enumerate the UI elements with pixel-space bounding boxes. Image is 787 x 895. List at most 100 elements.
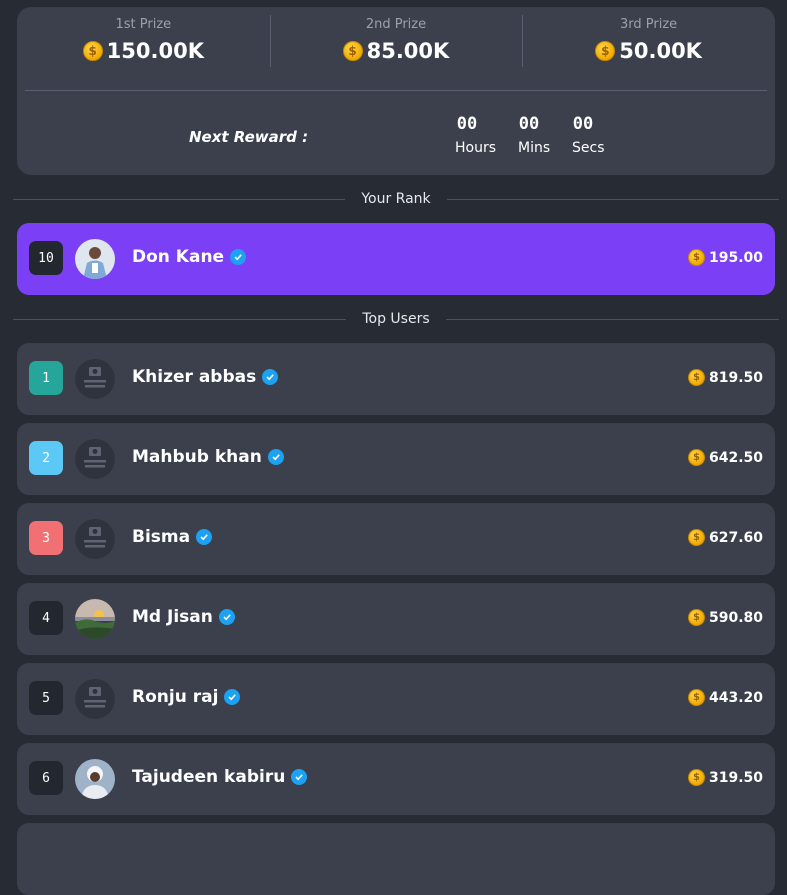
divider-line	[445, 318, 779, 320]
divider-line	[13, 318, 347, 320]
verified-badge-icon	[267, 449, 284, 465]
timer-mins-value: 00	[518, 114, 540, 134]
top-users-title: Top Users	[362, 311, 430, 327]
rank-badge: 1	[29, 361, 63, 395]
user-score: $ 627.60	[687, 529, 763, 546]
timer-hours-unit: Hours	[455, 138, 501, 156]
timer-hours-value: 00	[456, 114, 478, 134]
timer-mins: 00	[517, 114, 541, 134]
user-score: $ 590.80	[687, 609, 763, 626]
prize-amount: $ 50.00K	[522, 39, 775, 63]
leaderboard-row[interactable]	[17, 823, 775, 895]
user-name-text: Md Jisan	[132, 607, 213, 627]
user-name-text: Khizer abbas	[132, 367, 257, 387]
prize-first: 1st Prize $ 150.00K	[17, 7, 270, 91]
user-name-text: Tajudeen kabiru	[132, 767, 286, 787]
coin-icon: $	[595, 41, 616, 61]
prize-third: 3rd Prize $ 50.00K	[522, 7, 775, 91]
verified-badge-icon	[196, 529, 213, 545]
prize-label: 2nd Prize	[365, 17, 427, 32]
divider-line	[13, 198, 346, 200]
timer-secs: 00	[571, 114, 595, 134]
prize-summary-card: 1st Prize $ 150.00K 2nd Prize $ 85.00K 3…	[17, 7, 775, 175]
verified-badge-icon	[218, 609, 235, 625]
no-image-placeholder-icon	[75, 359, 115, 399]
no-image-placeholder-icon	[75, 519, 115, 559]
leaderboard-row[interactable]: 1 Khizer abbas $ 819.50	[17, 343, 775, 415]
coin-icon: $	[687, 529, 705, 546]
timer-secs-unit: Secs	[572, 138, 612, 156]
user-name: Md Jisan	[132, 607, 235, 627]
coin-icon: $	[687, 769, 705, 786]
no-image-placeholder-icon	[75, 679, 115, 719]
coin-icon: $	[687, 369, 705, 386]
divider-line	[446, 198, 780, 200]
avatar	[75, 239, 115, 279]
leaderboard-row[interactable]: 2 Mahbub khan $ 642.50	[17, 423, 775, 495]
prize-amount-value: 50.00K	[619, 39, 702, 63]
rank-badge: 10	[29, 241, 63, 275]
your-rank-heading: Your Rank	[13, 189, 780, 209]
user-name-text: Don Kane	[132, 247, 225, 267]
coin-icon: $	[687, 689, 705, 706]
user-score-value: 627.60	[708, 529, 763, 546]
coin-icon: $	[687, 609, 705, 626]
timer-secs-label: Secs	[572, 140, 605, 156]
avatar	[75, 759, 115, 799]
prize-amount: $ 150.00K	[17, 39, 270, 63]
prize-amount-value: 150.00K	[106, 39, 204, 63]
user-score: $ 443.20	[687, 689, 763, 706]
verified-badge-icon	[262, 369, 279, 385]
verified-badge-icon	[224, 689, 241, 705]
leaderboard-row[interactable]: 5 Ronju raj $ 443.20	[17, 663, 775, 735]
user-score: $ 319.50	[687, 769, 763, 786]
your-rank-title: Your Rank	[361, 191, 431, 207]
prize-second: 2nd Prize $ 85.00K	[269, 7, 523, 91]
coin-icon: $	[82, 41, 103, 61]
prize-label: 1st Prize	[115, 17, 172, 32]
top-users-heading: Top Users	[13, 309, 779, 329]
user-name: Ronju raj	[132, 687, 241, 707]
avatar	[75, 599, 115, 639]
timer-hours: 00	[455, 114, 479, 134]
next-reward-label: Next Reward :	[189, 128, 309, 146]
coin-icon: $	[342, 41, 363, 61]
rank-badge: 6	[29, 761, 63, 795]
timer-mins-label: Mins	[518, 140, 551, 156]
coin-icon: $	[687, 249, 705, 266]
user-name-text: Mahbub khan	[132, 447, 262, 467]
user-score-value: 590.80	[708, 609, 763, 626]
prize-amount: $ 85.00K	[270, 39, 523, 63]
leaderboard-row[interactable]: 3 Bisma $ 627.60	[17, 503, 775, 575]
verified-badge-icon	[291, 769, 308, 785]
user-name-text: Ronju raj	[132, 687, 219, 707]
coin-icon: $	[687, 449, 705, 466]
user-score: $ 195.00	[687, 249, 763, 266]
timer-mins-unit: Mins	[518, 138, 558, 156]
verified-badge-icon	[230, 249, 247, 265]
user-name: Mahbub khan	[132, 447, 284, 467]
no-image-placeholder-icon	[75, 439, 115, 479]
user-score-value: 642.50	[708, 449, 763, 466]
user-name: Bisma	[132, 527, 213, 547]
leaderboard-row[interactable]: 6 Tajudeen kabiru $ 319.50	[17, 743, 775, 815]
rank-badge: 2	[29, 441, 63, 475]
rank-badge: 5	[29, 681, 63, 715]
user-name-text: Bisma	[132, 527, 191, 547]
prize-amount-value: 85.00K	[366, 39, 450, 63]
user-score-value: 319.50	[708, 769, 763, 786]
your-rank-row[interactable]: 10 Don Kane $ 195.00	[17, 223, 775, 295]
rank-badge: 3	[29, 521, 63, 555]
leaderboard-row[interactable]: 4 Md Jisan $ 590.80	[17, 583, 775, 655]
user-score-value: 819.50	[708, 369, 763, 386]
rank-badge: 4	[29, 601, 63, 635]
prize-label: 3rd Prize	[620, 17, 678, 32]
prize-row: 1st Prize $ 150.00K 2nd Prize $ 85.00K 3…	[17, 7, 775, 91]
user-score-value: 443.20	[708, 689, 763, 706]
user-score: $ 642.50	[687, 449, 763, 466]
timer-hours-label: Hours	[455, 140, 497, 156]
timer-secs-value: 00	[572, 114, 594, 134]
divider	[25, 90, 767, 91]
user-score: $ 819.50	[687, 369, 763, 386]
user-name: Tajudeen kabiru	[132, 767, 308, 787]
